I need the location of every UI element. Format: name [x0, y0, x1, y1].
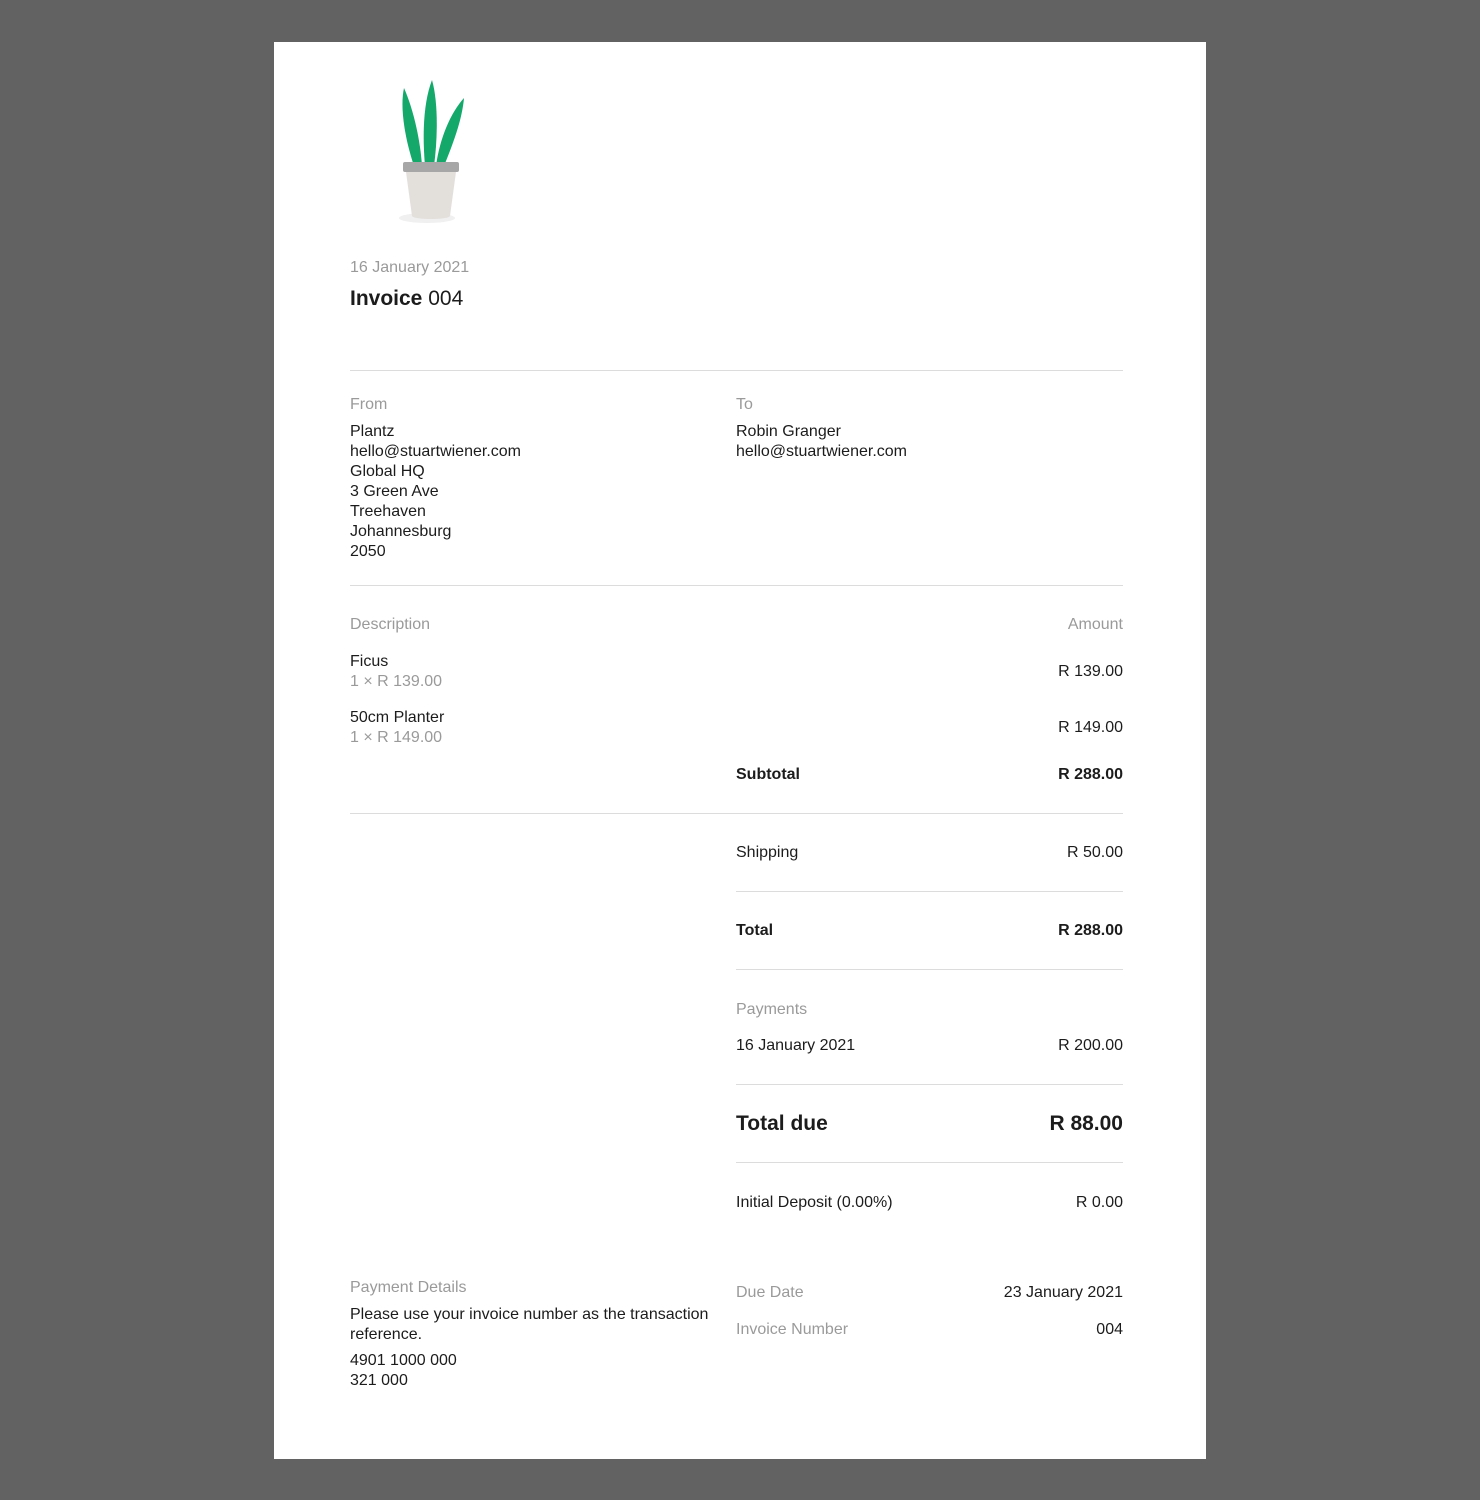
invoice-content: 16 January 2021 Invoice 004 From Plantz … [350, 42, 1123, 1459]
from-label: From [350, 396, 388, 413]
to-line: Robin Granger [736, 423, 841, 440]
subtotal-label: Subtotal [736, 766, 800, 783]
from-line: Johannesburg [350, 523, 452, 540]
total-due-label: Total due [736, 1112, 828, 1135]
from-line: Treehaven [350, 503, 426, 520]
invoice-number-row: Invoice Number 004 [736, 1320, 1123, 1340]
account-details: 4901 1000 000 321 000 [350, 1351, 457, 1391]
total-due-row: Total due R 88.00 [736, 1111, 1123, 1137]
from-address: Plantz hello@stuartwiener.com Global HQ … [350, 422, 521, 562]
deposit-label: Initial Deposit (0.00%) [736, 1194, 893, 1211]
from-line: hello@stuartwiener.com [350, 443, 521, 460]
total-due-value: R 88.00 [1049, 1112, 1123, 1135]
invoice-title-number: 004 [428, 287, 464, 310]
list-item: Ficus 1 × R 139.00 [350, 652, 442, 692]
invoice-title-keyword: Invoice [350, 287, 423, 310]
divider [350, 370, 1123, 371]
to-line: hello@stuartwiener.com [736, 443, 907, 460]
invoice-number-label: Invoice Number [736, 1321, 849, 1338]
total-value: R 288.00 [1058, 922, 1123, 939]
from-line: Global HQ [350, 463, 425, 480]
divider [736, 969, 1123, 970]
divider [736, 1162, 1123, 1163]
item-detail: 1 × R 139.00 [350, 673, 443, 690]
payment-amount: R 200.00 [1058, 1037, 1123, 1054]
payment-details-text: Please use your invoice number as the tr… [350, 1306, 709, 1343]
total-label: Total [736, 922, 774, 939]
subtotal-row: Subtotal R 288.00 [736, 765, 1123, 785]
from-line: Plantz [350, 423, 395, 440]
payment-row: 16 January 2021 R 200.00 [736, 1036, 1123, 1056]
list-item: 50cm Planter 1 × R 149.00 [350, 708, 444, 748]
invoice-number-value: 004 [1096, 1321, 1123, 1338]
account-line: 4901 1000 000 [350, 1352, 457, 1369]
description-header: Description [350, 616, 431, 633]
invoice-title: Invoice 004 [350, 286, 463, 312]
deposit-value: R 0.00 [1075, 1194, 1123, 1211]
to-label: To [736, 396, 753, 413]
subtotal-value: R 288.00 [1058, 766, 1123, 783]
amount-header: Amount [1067, 616, 1123, 633]
divider [736, 1084, 1123, 1085]
due-date-value: 23 January 2021 [1003, 1284, 1123, 1301]
shipping-label: Shipping [736, 844, 799, 861]
account-line: 321 000 [350, 1372, 408, 1389]
from-line: 2050 [350, 543, 386, 560]
item-amount: R 149.00 [1058, 719, 1123, 736]
deposit-row: Initial Deposit (0.00%) R 0.00 [736, 1193, 1123, 1213]
shipping-value: R 50.00 [1066, 844, 1123, 861]
due-date-label: Due Date [736, 1284, 804, 1301]
divider [350, 813, 1123, 814]
from-line: 3 Green Ave [350, 483, 439, 500]
invoice-page: 16 January 2021 Invoice 004 From Plantz … [274, 42, 1206, 1459]
potted-plant-icon [399, 80, 464, 223]
divider [350, 585, 1123, 586]
due-date-row: Due Date 23 January 2021 [736, 1283, 1123, 1303]
payment-date: 16 January 2021 [736, 1037, 856, 1054]
item-name: Ficus [350, 653, 389, 670]
item-detail: 1 × R 149.00 [350, 729, 443, 746]
to-address: Robin Granger hello@stuartwiener.com [736, 422, 907, 462]
item-name: 50cm Planter [350, 709, 445, 726]
divider [736, 891, 1123, 892]
total-row: Total R 288.00 [736, 921, 1123, 941]
payment-details-label: Payment Details [350, 1279, 467, 1296]
item-amount: R 139.00 [1058, 663, 1123, 680]
shipping-row: Shipping R 50.00 [736, 843, 1123, 863]
payments-label: Payments [736, 1001, 808, 1018]
invoice-date: 16 January 2021 [350, 259, 470, 276]
